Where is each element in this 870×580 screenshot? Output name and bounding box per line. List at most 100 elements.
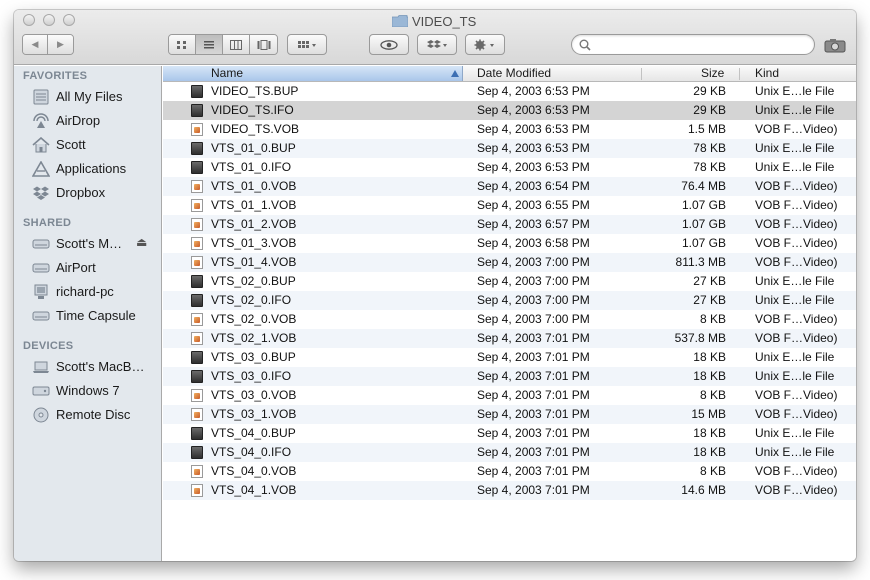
sidebar-item-airdrop[interactable]: AirDrop: [14, 110, 161, 132]
sidebar-item-airport[interactable]: AirPort: [14, 257, 161, 279]
table-row[interactable]: VTS_03_0.BUP Sep 4, 2003 7:01 PM 18 KB Unix…: [163, 348, 856, 367]
file-kind: Unix E…le File: [755, 274, 835, 288]
sidebar-item-label: AirDrop: [56, 113, 101, 128]
close-button[interactable]: [23, 14, 35, 26]
table-row[interactable]: VTS_02_0.BUP Sep 4, 2003 7:00 PM 27 KB Unix…: [163, 272, 856, 291]
binary-file-icon: [191, 142, 203, 155]
back-button[interactable]: ◀: [23, 35, 48, 54]
table-row[interactable]: VTS_04_0.BUP Sep 4, 2003 7:01 PM 18 KB Unix…: [163, 424, 856, 443]
video-file-icon: [191, 237, 203, 250]
minimize-button[interactable]: [43, 14, 55, 26]
table-row[interactable]: VIDEO_TS.BUP Sep 4, 2003 6:53 PM 29 KB Unix…: [163, 82, 856, 101]
forward-button[interactable]: ▶: [48, 35, 73, 54]
file-size: 29 KB: [693, 103, 726, 117]
video-file-icon: [191, 484, 203, 497]
file-size: 1.07 GB: [681, 217, 726, 231]
all-files-icon: [33, 89, 49, 105]
binary-file-icon: [191, 275, 203, 288]
sidebar-item-all-my-files[interactable]: All My Files: [14, 86, 161, 108]
zoom-button[interactable]: [63, 14, 75, 26]
video-file-icon: [191, 313, 203, 326]
sidebar-item-scott[interactable]: Scott: [14, 134, 161, 156]
camera-icon[interactable]: [824, 38, 846, 53]
column-header-size[interactable]: Size: [701, 66, 724, 81]
video-file-icon: [191, 199, 203, 212]
file-date: Sep 4, 2003 6:53 PM: [477, 122, 590, 136]
icon-view-button[interactable]: [169, 35, 196, 54]
file-name: VTS_01_0.BUP: [211, 141, 296, 155]
sidebar-item-scotts-macb[interactable]: Scott's MacB…: [14, 356, 161, 378]
folder-icon: [392, 15, 408, 27]
quick-look-button[interactable]: [369, 34, 409, 55]
file-name: VTS_04_0.IFO: [211, 445, 292, 459]
table-row[interactable]: VTS_03_0.VOB Sep 4, 2003 7:01 PM 8 KB VOB F…: [163, 386, 856, 405]
file-size: 18 KB: [693, 445, 726, 459]
file-date: Sep 4, 2003 7:01 PM: [477, 369, 590, 383]
column-view-button[interactable]: [223, 35, 250, 54]
table-row[interactable]: VTS_04_0.IFO Sep 4, 2003 7:01 PM 18 KB Unix…: [163, 443, 856, 462]
table-row[interactable]: VTS_01_0.BUP Sep 4, 2003 6:53 PM 78 KB Unix…: [163, 139, 856, 158]
arrange-button[interactable]: [287, 34, 327, 55]
binary-file-icon: [191, 427, 203, 440]
sidebar-item-dropbox[interactable]: Dropbox: [14, 182, 161, 204]
sidebar-item-label: Scott's MacB…: [56, 359, 145, 374]
table-row[interactable]: VTS_02_0.VOB Sep 4, 2003 7:00 PM 8 KB VOB F…: [163, 310, 856, 329]
file-size: 15 MB: [691, 407, 726, 421]
table-row[interactable]: VTS_04_0.VOB Sep 4, 2003 7:01 PM 8 KB VOB F…: [163, 462, 856, 481]
file-name: VTS_02_0.IFO: [211, 293, 292, 307]
file-size: 78 KB: [693, 160, 726, 174]
sidebar: FAVORITES All My Files AirDrop Scott App…: [14, 66, 162, 561]
video-file-icon: [191, 218, 203, 231]
search-field[interactable]: [571, 34, 815, 55]
file-date: Sep 4, 2003 7:01 PM: [477, 483, 590, 497]
empty-row: [163, 500, 856, 519]
file-kind: Unix E…le File: [755, 369, 835, 383]
file-kind: VOB F…Video): [755, 255, 838, 269]
sidebar-heading-devices: DEVICES: [23, 340, 74, 352]
table-row[interactable]: VTS_02_1.VOB Sep 4, 2003 7:01 PM 537.8 MB V…: [163, 329, 856, 348]
sidebar-item-windows-7[interactable]: Windows 7: [14, 380, 161, 402]
search-input[interactable]: [596, 37, 806, 53]
file-name: VTS_03_0.VOB: [211, 388, 297, 402]
sidebar-item-label: Scott: [56, 137, 86, 152]
table-row[interactable]: VTS_01_1.VOB Sep 4, 2003 6:55 PM 1.07 GB VO…: [163, 196, 856, 215]
cover-flow-button[interactable]: [250, 35, 277, 54]
table-row[interactable]: VTS_01_0.IFO Sep 4, 2003 6:53 PM 78 KB Unix…: [163, 158, 856, 177]
table-row[interactable]: VIDEO_TS.VOB Sep 4, 2003 6:53 PM 1.5 MB VOB…: [163, 120, 856, 139]
video-file-icon: [191, 256, 203, 269]
dropbox-menu-button[interactable]: [417, 34, 457, 55]
video-file-icon: [191, 123, 203, 136]
table-row[interactable]: VTS_03_0.IFO Sep 4, 2003 7:01 PM 18 KB Unix…: [163, 367, 856, 386]
table-row[interactable]: VTS_01_0.VOB Sep 4, 2003 6:54 PM 76.4 MB VO…: [163, 177, 856, 196]
sidebar-item-remote-disc[interactable]: Remote Disc: [14, 404, 161, 426]
action-menu-button[interactable]: [465, 34, 505, 55]
sidebar-item-time-capsule[interactable]: Time Capsule: [14, 305, 161, 327]
column-header-name[interactable]: Name: [163, 66, 463, 81]
column-separator: [739, 68, 740, 80]
sort-ascending-icon: [451, 70, 459, 77]
file-date: Sep 4, 2003 7:00 PM: [477, 255, 590, 269]
sidebar-item-label: Scott's M…: [56, 236, 123, 251]
file-date: Sep 4, 2003 6:55 PM: [477, 198, 590, 212]
sidebar-item-applications[interactable]: Applications: [14, 158, 161, 180]
sidebar-item-scotts-m[interactable]: Scott's M… ⏏: [14, 233, 161, 255]
table-row[interactable]: VTS_01_2.VOB Sep 4, 2003 6:57 PM 1.07 GB VO…: [163, 215, 856, 234]
gear-icon: [474, 39, 494, 50]
file-list: Name Date Modified Size Kind VIDEO_TS.BU…: [163, 66, 856, 561]
column-header-date[interactable]: Date Modified: [477, 66, 551, 81]
table-row[interactable]: VTS_01_4.VOB Sep 4, 2003 7:00 PM 811.3 MB V…: [163, 253, 856, 272]
file-date: Sep 4, 2003 7:00 PM: [477, 312, 590, 326]
forward-arrow-icon: ▶: [57, 39, 64, 49]
sidebar-item-label: All My Files: [56, 89, 123, 104]
file-name: VIDEO_TS.VOB: [211, 122, 300, 136]
file-kind: Unix E…le File: [755, 426, 835, 440]
eject-icon[interactable]: ⏏: [136, 235, 147, 249]
sidebar-item-richard-pc[interactable]: richard-pc: [14, 281, 161, 303]
column-header-kind[interactable]: Kind: [755, 66, 779, 81]
list-view-button[interactable]: [196, 35, 223, 54]
table-row[interactable]: VTS_04_1.VOB Sep 4, 2003 7:01 PM 14.6 MB VO…: [163, 481, 856, 500]
table-row[interactable]: VTS_03_1.VOB Sep 4, 2003 7:01 PM 15 MB VOB …: [163, 405, 856, 424]
table-row[interactable]: VTS_02_0.IFO Sep 4, 2003 7:00 PM 27 KB Unix…: [163, 291, 856, 310]
table-row[interactable]: VIDEO_TS.IFO Sep 4, 2003 6:53 PM 29 KB Unix…: [163, 101, 856, 120]
table-row[interactable]: VTS_01_3.VOB Sep 4, 2003 6:58 PM 1.07 GB VO…: [163, 234, 856, 253]
